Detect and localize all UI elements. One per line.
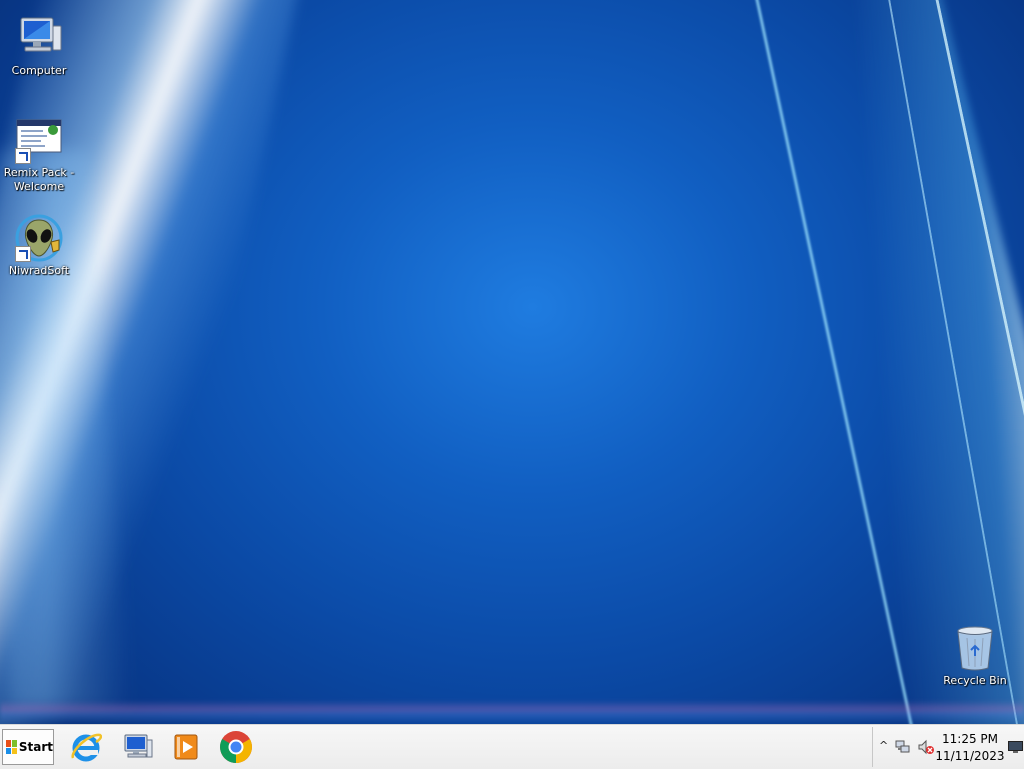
taskbar-app-chrome[interactable]: [218, 729, 254, 765]
desktop-icon-label: Recycle Bin: [943, 674, 1007, 687]
chrome-icon: [220, 731, 252, 763]
volume-muted-icon[interactable]: [917, 739, 935, 755]
desktop-icon-recycle-bin[interactable]: Recycle Bin: [937, 624, 1013, 688]
wallpaper-light-left: [0, 0, 301, 740]
desktop-icon-label: Remix Pack - Welcome: [3, 166, 75, 193]
network-icon[interactable]: [895, 739, 911, 755]
start-button[interactable]: Start: [2, 729, 54, 765]
windows-flag-icon: [6, 740, 17, 754]
wallpaper-horizon: [0, 700, 1024, 724]
taskbar-app-media-player[interactable]: [168, 729, 204, 765]
internet-explorer-icon: [71, 733, 102, 762]
desktop-icon-niwradsoft[interactable]: NiwradSoft: [1, 214, 77, 278]
desktop-icon-label: NiwradSoft: [8, 264, 70, 277]
taskbar-app-computer[interactable]: [119, 729, 155, 765]
shortcut-arrow-icon: [15, 246, 31, 262]
clock-time[interactable]: 11:25 PM: [935, 732, 1005, 746]
media-player-icon: [174, 734, 198, 760]
recycle-bin-icon: [951, 624, 999, 672]
taskbar-app-internet-explorer[interactable]: [68, 729, 104, 765]
taskbar: Start ^ 11:25 PM 11/11/2023: [0, 724, 1024, 769]
clock-date[interactable]: 11/11/2023: [935, 749, 1005, 763]
computer-icon: [124, 734, 153, 758]
desktop-icon-computer[interactable]: Computer: [1, 14, 77, 78]
desktop-icon-label: Computer: [11, 64, 67, 77]
computer-icon: [15, 14, 63, 62]
desktop-icon-remix-pack[interactable]: Remix Pack - Welcome: [1, 116, 77, 194]
wallpaper-curtain-1: [567, 0, 916, 740]
system-tray: ^ 11:25 PM 11/11/2023: [872, 727, 1024, 767]
alien-icon: [15, 214, 63, 262]
welcome-window-icon: [15, 116, 63, 164]
shortcut-arrow-icon: [15, 148, 31, 164]
show-desktop-icon[interactable]: [1008, 741, 1023, 753]
start-button-label: Start: [18, 740, 53, 754]
chevron-up-icon[interactable]: ^: [879, 739, 888, 752]
